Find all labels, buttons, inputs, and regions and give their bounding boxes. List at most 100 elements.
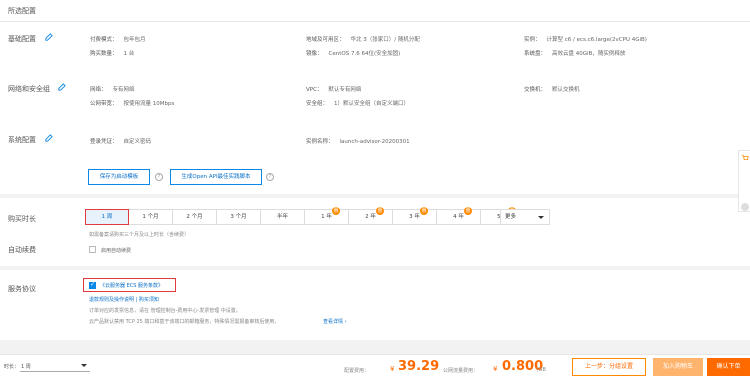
view-details-link[interactable]: 查看详情 › xyxy=(323,318,347,325)
duration-option[interactable]: 2 个月 xyxy=(173,209,217,225)
agreement-label: 服务协议 xyxy=(8,285,36,293)
duration-option[interactable]: 3 个月 xyxy=(217,209,261,225)
duration-option-2y[interactable]: 2 年惠 xyxy=(349,207,393,225)
duration-option-4y[interactable]: 4 年惠 xyxy=(437,207,481,225)
discount-badge-icon: 惠 xyxy=(420,207,428,215)
image-label: 镜像： xyxy=(306,51,323,57)
save-template-button[interactable]: 保存为启动模板 xyxy=(88,169,150,185)
page-title: 所选配置 xyxy=(8,7,36,15)
instance-row: 实例： 计算型 c6 / ecs.c6.large(2vCPU 4GiB) xyxy=(524,35,647,43)
footer-bar: 时长： 1 周 配置费用： ¥ 39.29 公网流量费用： ¥ 0.800 /G… xyxy=(0,354,750,378)
traffic-symbol: ¥ xyxy=(493,365,498,373)
config-card: 基础配置 付费模式： 包年包月 购买数量： 1 台 地域及可用区： 华北 3（张家口）… xyxy=(0,22,750,194)
duration-option[interactable]: 1 个月 xyxy=(129,209,173,225)
help-icon[interactable]: ? xyxy=(266,173,274,181)
vpc-label: VPC： xyxy=(306,87,323,93)
login-value: 自定义密码 xyxy=(123,139,152,145)
chevron-down-icon xyxy=(81,364,87,370)
login-row: 登录凭证： 自定义密码 xyxy=(90,137,151,145)
auto-renew-label: 自动续费 xyxy=(8,246,36,254)
terms-checkbox[interactable] xyxy=(89,281,96,289)
price-value: 39.29 xyxy=(398,359,440,374)
duration-option-label: 2 年 xyxy=(365,214,376,220)
net-label: 网络： xyxy=(90,87,107,93)
duration-option[interactable]: 半年 xyxy=(261,209,305,225)
scroll-top-icon[interactable] xyxy=(741,203,749,211)
edit-network-icon[interactable] xyxy=(57,83,66,92)
duration-option-1y[interactable]: 1 年惠 xyxy=(305,207,349,225)
gen-api-button[interactable]: 生成Open API最佳实践脚本 xyxy=(170,169,262,185)
region-label: 地域及可用区： xyxy=(306,37,345,43)
traffic-unit: /GB xyxy=(537,367,546,373)
vpc-row: VPC： 默认专有网络 xyxy=(306,85,361,93)
basic-config-label: 基础配置 xyxy=(8,35,36,43)
name-label: 实例名称： xyxy=(306,139,334,145)
billing-value: 包年包月 xyxy=(123,37,146,43)
count-label: 购买数量： xyxy=(90,51,118,57)
image-row: 镜像： CentOS 7.6 64位(安全加固) xyxy=(306,49,400,57)
cart-icon xyxy=(741,155,749,160)
network-config-label: 网络和安全组 xyxy=(8,85,50,93)
net-row: 网络： 专有网络 xyxy=(90,85,135,93)
count-value: 1 台 xyxy=(123,51,135,57)
auto-renew-checkbox[interactable] xyxy=(89,246,96,253)
disk-row: 系统盘： 高效云盘 40GiB，随实例释放 xyxy=(524,49,625,57)
price-label: 配置费用： xyxy=(344,368,370,374)
bandwidth-row: 公网带宽： 按使用流量 10Mbps xyxy=(90,99,174,107)
side-float-panel[interactable] xyxy=(738,150,750,212)
net-value: 专有网络 xyxy=(112,87,135,93)
image-value: CentOS 7.6 64位(安全加固) xyxy=(328,51,401,57)
name-row: 实例名称： launch-advisor-20200301 xyxy=(306,137,410,145)
duration-option-label: 3 年 xyxy=(409,214,420,220)
disk-value: 高效云盘 40GiB，随实例释放 xyxy=(552,51,626,57)
duration-option-label: 4 年 xyxy=(453,214,464,220)
add-to-cart-button[interactable]: 加入购物车 xyxy=(653,358,703,376)
billing-label: 付费模式： xyxy=(90,37,118,43)
refund-links[interactable]: 退款规则及操作说明 | 购买须知 xyxy=(89,296,159,303)
switch-row: 交换机： 默认交换机 xyxy=(524,85,580,93)
region-row: 地域及可用区： 华北 3（张家口）/ 随机分配 xyxy=(306,35,420,43)
confirm-order-button[interactable]: 确认下单 xyxy=(707,358,750,376)
duration-option-label: 1 年 xyxy=(321,214,332,220)
port-note: 云产品默认禁用 TCP 25 端口和基于该端口的邮箱服务，特殊情况需报备审核后使… xyxy=(89,319,280,325)
login-label: 登录凭证： xyxy=(90,139,118,145)
switch-value: 默认交换机 xyxy=(552,87,580,93)
disk-label: 系统盘： xyxy=(524,51,547,57)
edit-system-icon[interactable] xyxy=(44,134,53,143)
page: 所选配置 基础配置 付费模式： 包年包月 购买数量： 1 台 地域及可用区： 华北 3… xyxy=(0,0,750,378)
count-row: 购买数量： 1 台 xyxy=(90,49,134,57)
duration-options: 1 周 1 个月 2 个月 3 个月 半年 1 年惠 2 年惠 3 年惠 4 年… xyxy=(85,207,525,225)
sg-row: 安全组： 1）默认安全组（自定义端口） xyxy=(306,99,409,107)
switch-label: 交换机： xyxy=(524,87,547,93)
help-icon[interactable]: ? xyxy=(155,173,163,181)
discount-badge-icon: 惠 xyxy=(464,207,472,215)
vpc-value: 默认专有网络 xyxy=(328,87,362,93)
header: 所选配置 xyxy=(0,0,750,22)
instance-label: 实例： xyxy=(524,37,541,43)
invoice-note: 订单对应的发票信息，请在 管理控制台-费用中心-发票管理 中设置。 xyxy=(89,308,241,314)
footer-duration-label: 时长： xyxy=(4,364,20,370)
duration-option[interactable]: 1 周 xyxy=(85,209,129,225)
more-duration-select[interactable]: 更多 xyxy=(500,209,550,225)
edit-basic-icon[interactable] xyxy=(44,33,53,42)
system-config-label: 系统配置 xyxy=(8,136,36,144)
sg-value: 1）默认安全组（自定义端口） xyxy=(334,101,410,107)
billing-row: 付费模式： 包年包月 xyxy=(90,35,146,43)
auto-renew-option-label: 启用自动续费 xyxy=(101,248,132,254)
discount-badge-icon: 惠 xyxy=(376,207,384,215)
prev-step-button[interactable]: 上一步：分组设置 xyxy=(572,358,646,376)
bandwidth-label: 公网带宽： xyxy=(90,101,118,107)
region-value: 华北 3（张家口）/ 随机分配 xyxy=(350,37,420,43)
footer-duration-select[interactable] xyxy=(20,360,90,372)
duration-hint: 如需备案请购买三个月及以上时长（含续费） xyxy=(89,232,190,238)
name-value: launch-advisor-20200301 xyxy=(339,139,410,145)
sg-label: 安全组： xyxy=(306,101,329,107)
price-symbol: ¥ xyxy=(390,365,395,373)
duration-option-3y[interactable]: 3 年惠 xyxy=(393,207,437,225)
discount-badge-icon: 惠 xyxy=(332,207,340,215)
terms-link[interactable]: 《云服务器 ECS 服务条款》 xyxy=(100,282,163,289)
duration-label: 购买时长 xyxy=(8,215,36,223)
traffic-label: 公网流量费用： xyxy=(443,368,479,374)
bandwidth-value: 按使用流量 10Mbps xyxy=(123,101,175,107)
instance-value: 计算型 c6 / ecs.c6.large(2vCPU 4GiB) xyxy=(546,37,647,43)
